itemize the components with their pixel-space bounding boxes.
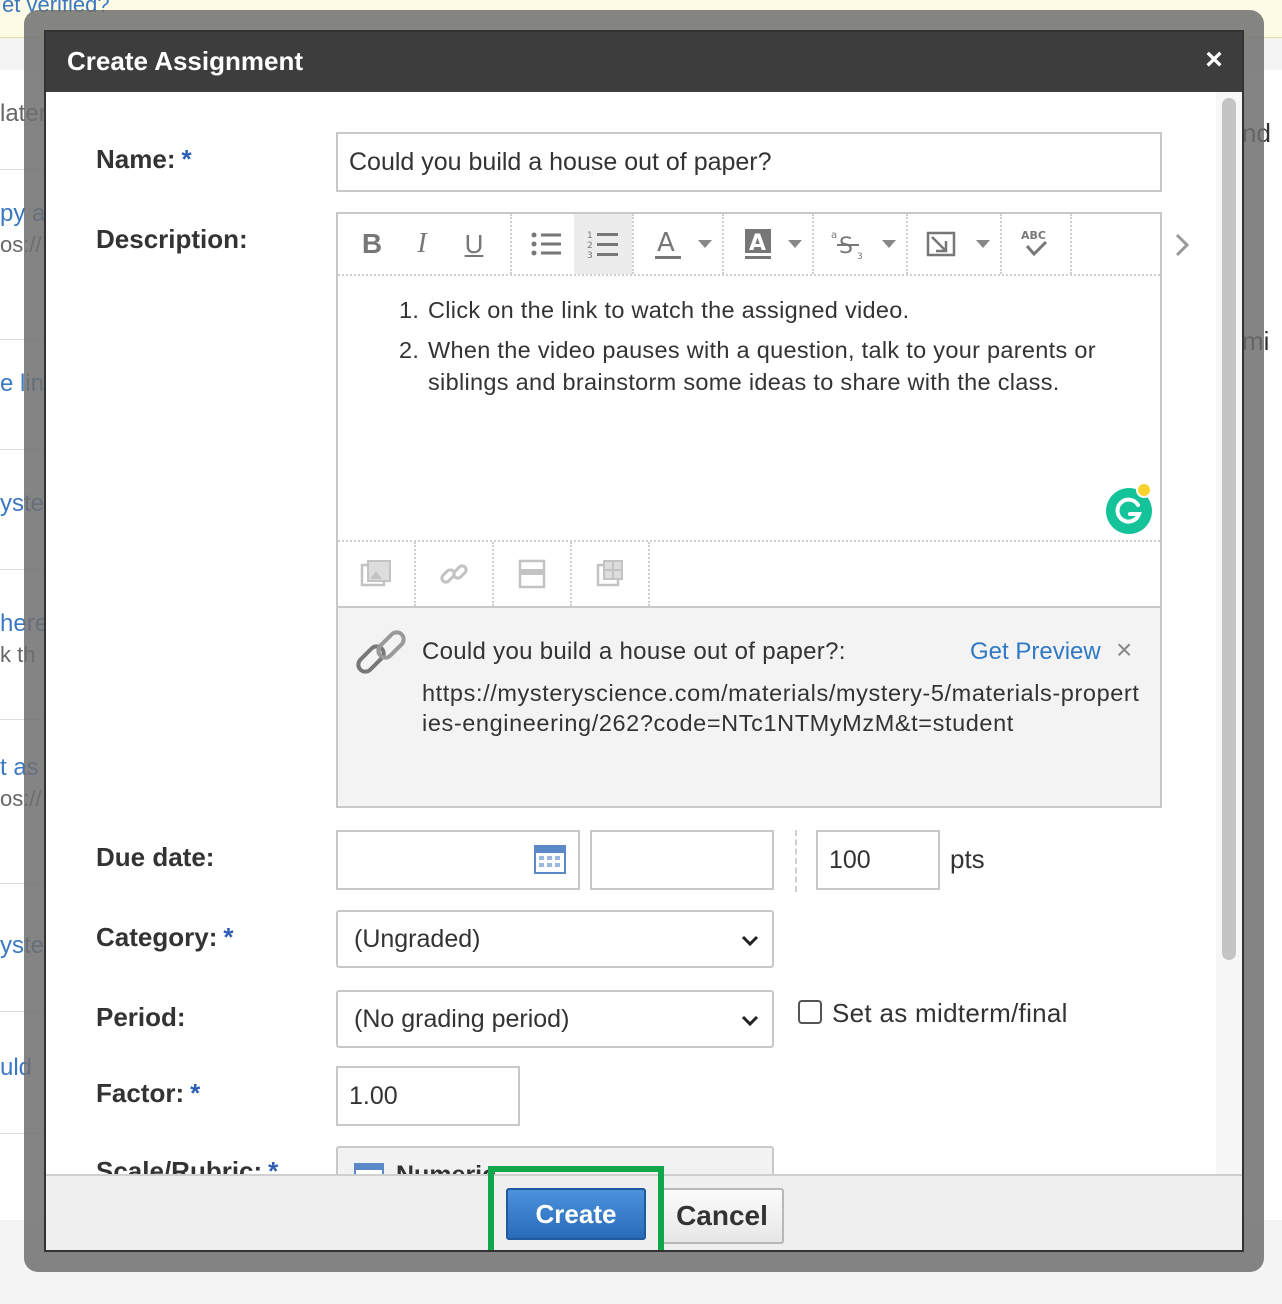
chevron-down-icon: [744, 1165, 760, 1174]
scale-label: Scale/Rubric: *: [96, 1156, 278, 1174]
table-icon[interactable]: [572, 542, 650, 606]
list-group: 123: [512, 214, 634, 274]
scrollbar-thumb[interactable]: [1222, 98, 1236, 960]
list-item: When the video pauses with a question, t…: [426, 334, 1118, 398]
numbered-list-icon[interactable]: 123: [574, 214, 632, 274]
scale-select[interactable]: Numeric: [336, 1146, 774, 1174]
table-icon: [354, 1163, 384, 1174]
insert-group: [908, 214, 1002, 274]
divider: [795, 830, 797, 892]
editor-content[interactable]: Click on the link to watch the assigned …: [338, 278, 1160, 540]
image-icon[interactable]: [338, 542, 416, 606]
svg-text:A: A: [749, 231, 766, 256]
calendar-icon[interactable]: [534, 844, 566, 881]
dialog-title: Create Assignment: [67, 46, 303, 76]
create-button[interactable]: Create: [506, 1188, 646, 1240]
midterm-label[interactable]: Set as midterm/final: [832, 998, 1068, 1029]
close-icon[interactable]: ×: [1196, 42, 1232, 78]
required-mark: *: [190, 1078, 201, 1108]
cancel-button[interactable]: Cancel: [660, 1188, 784, 1244]
format-group: B I U: [338, 214, 512, 274]
dialog-scrollbar[interactable]: [1216, 92, 1242, 1174]
highlight-color-icon[interactable]: A: [738, 224, 778, 264]
get-preview-link[interactable]: Get Preview: [970, 638, 1101, 666]
grammarly-icon[interactable]: [1106, 482, 1152, 534]
midterm-checkbox[interactable]: [798, 1000, 822, 1024]
spellcheck-icon[interactable]: ABC: [1016, 224, 1056, 264]
link-title: Could you build a house out of paper?:: [422, 638, 846, 665]
description-list: Click on the link to watch the assigned …: [338, 294, 1118, 406]
embed-icon[interactable]: [494, 542, 572, 606]
chevron-down-icon[interactable]: [970, 224, 996, 264]
bullet-list-icon[interactable]: [526, 224, 566, 264]
due-date-input[interactable]: [336, 830, 580, 890]
superscript-icon[interactable]: aS3: [828, 224, 868, 264]
svg-text:S: S: [839, 234, 853, 259]
italic-icon[interactable]: I: [402, 224, 442, 264]
dialog-body: Name: * Could you build a house out of pa…: [46, 92, 1242, 1174]
list-item: Click on the link to watch the assigned …: [426, 294, 1118, 326]
insert-icon[interactable]: [922, 224, 962, 264]
chevron-down-icon: [740, 1009, 760, 1038]
link-attachment: Could you build a house out of paper?: G…: [338, 606, 1160, 806]
bold-icon[interactable]: B: [352, 224, 392, 264]
due-time-input[interactable]: [590, 830, 774, 890]
required-mark: *: [181, 144, 192, 174]
text-color-icon[interactable]: A: [648, 224, 688, 264]
chevron-down-icon[interactable]: [782, 224, 808, 264]
svg-text:3: 3: [587, 251, 593, 259]
chevron-down-icon[interactable]: [876, 224, 902, 264]
svg-text:ABC: ABC: [1021, 229, 1046, 242]
spellcheck-group: ABC: [1002, 214, 1072, 274]
due-date-label: Due date:: [96, 842, 215, 872]
link-chain-icon: [352, 624, 412, 689]
factor-input[interactable]: 1.00: [336, 1066, 520, 1126]
dialog-footer: Create Cancel: [46, 1166, 1242, 1250]
editor-attachment-toolbar: [338, 540, 1160, 606]
category-label: Category: *: [96, 922, 234, 952]
category-select[interactable]: (Ungraded): [336, 910, 774, 968]
svg-text:3: 3: [857, 252, 863, 260]
name-label: Name: *: [96, 144, 192, 174]
name-input[interactable]: Could you build a house out of paper?: [336, 132, 1162, 192]
chevron-down-icon: [740, 929, 760, 958]
required-mark: *: [223, 922, 234, 952]
chevron-down-icon[interactable]: [692, 224, 718, 264]
description-editor: B I U 123 A A a S 3 ABC 1. Click on the …: [336, 212, 1162, 808]
link-icon[interactable]: [416, 542, 494, 606]
link-url: https://mysteryscience.com/materials/mys…: [422, 680, 1140, 736]
required-mark: *: [268, 1156, 279, 1174]
factor-label: Factor: *: [96, 1078, 201, 1108]
dialog-titlebar: Create Assignment ×: [46, 32, 1242, 92]
svg-text:2: 2: [587, 241, 593, 251]
period-label: Period:: [96, 1002, 186, 1032]
svg-text:1: 1: [587, 231, 593, 241]
svg-text:A: A: [657, 228, 675, 258]
script-group: aS3: [814, 214, 908, 274]
editor-toolbar: B I U 123 A A a S 3 ABC: [338, 214, 1160, 276]
chevron-right-icon[interactable]: [1174, 232, 1194, 268]
grammarly-status-dot: [1136, 482, 1152, 498]
underline-icon[interactable]: U: [454, 224, 494, 264]
text-color-group: A: [634, 214, 724, 274]
highlight-group: A: [724, 214, 814, 274]
svg-text:a: a: [831, 230, 837, 241]
period-select[interactable]: (No grading period): [336, 990, 774, 1048]
create-assignment-dialog: Create Assignment × Name: * Could you bui…: [44, 30, 1244, 1252]
points-unit: pts: [950, 844, 985, 874]
remove-link-icon[interactable]: ×: [1116, 634, 1132, 666]
description-label: Description:: [96, 224, 248, 254]
points-input[interactable]: 100: [816, 830, 940, 890]
